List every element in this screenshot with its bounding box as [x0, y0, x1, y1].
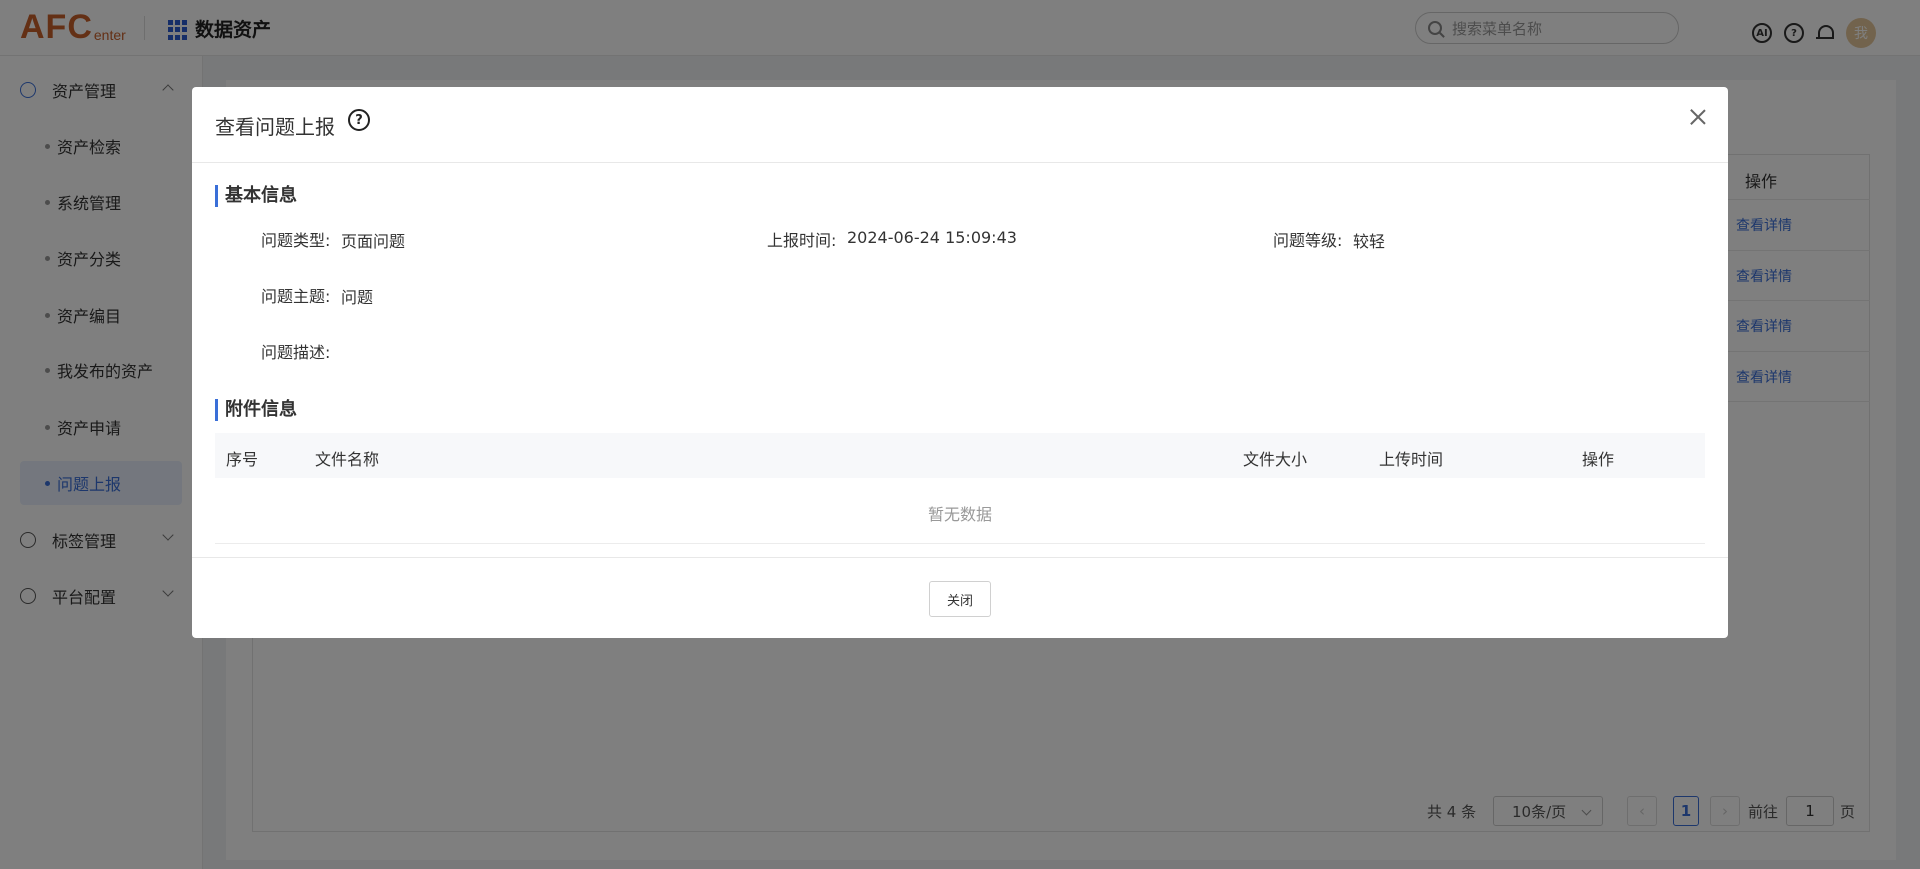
basic-info-section-title: 基本信息 [215, 185, 297, 207]
col-index: 序号 [226, 450, 259, 469]
col-file-size: 文件大小 [1243, 450, 1308, 469]
issue-level-label: 问题等级: [1273, 231, 1343, 250]
issue-type-value: 页面问题 [341, 232, 406, 251]
attachment-table-header: 序号 文件名称 文件大小 上传时间 操作 [215, 433, 1705, 478]
close-button[interactable]: 关闭 [929, 581, 991, 617]
issue-type-label: 问题类型: [261, 231, 331, 250]
attachment-table-bottom-line [215, 543, 1705, 544]
dialog-footer-divider [192, 557, 1728, 558]
col-upload-time: 上传时间 [1379, 450, 1444, 469]
col-file-name: 文件名称 [315, 450, 380, 469]
issue-description-label: 问题描述: [261, 343, 331, 362]
issue-subject-label: 问题主题: [261, 287, 331, 306]
close-icon[interactable] [1686, 105, 1710, 129]
report-time-value: 2024-06-24 15:09:43 [847, 228, 1017, 247]
issue-detail-dialog: 查看问题上报 ? 基本信息 问题类型: 页面问题 上报时间: 2024-06-2… [192, 87, 1728, 638]
dialog-header-divider [192, 162, 1728, 163]
empty-data-text: 暂无数据 [927, 505, 992, 524]
issue-level-value: 较轻 [1353, 232, 1386, 251]
question-circle-icon[interactable]: ? [348, 109, 370, 131]
col-action: 操作 [1582, 450, 1615, 469]
dialog-title: 查看问题上报 [215, 115, 335, 139]
issue-subject-value: 问题 [341, 288, 374, 307]
report-time-label: 上报时间: [767, 231, 837, 250]
attachment-section-title: 附件信息 [215, 399, 297, 421]
